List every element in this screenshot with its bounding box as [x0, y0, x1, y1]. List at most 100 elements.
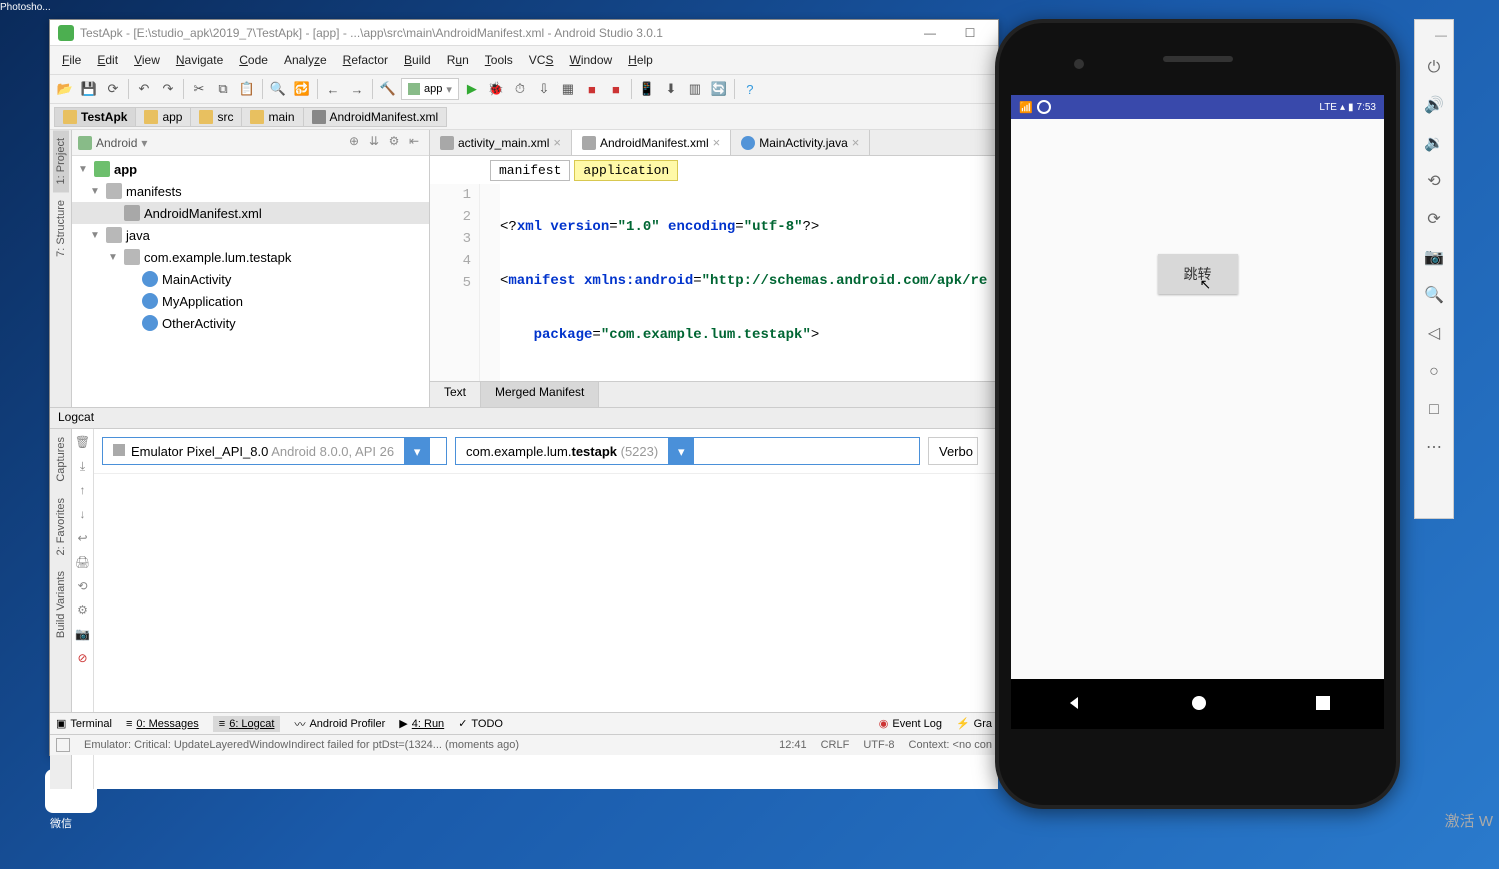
stop-icon[interactable]: ⊘	[75, 651, 91, 667]
stop2-button[interactable]: ■	[605, 78, 627, 100]
trash-icon[interactable]: 🗑	[75, 435, 91, 451]
open-icon[interactable]: 📂	[54, 78, 76, 100]
back-icon[interactable]: ←	[322, 78, 344, 100]
down-icon[interactable]: ↓	[75, 507, 91, 523]
tree-manifest-file[interactable]: AndroidManifest.xml	[72, 202, 429, 224]
minimize-icon[interactable]: —	[1435, 28, 1447, 42]
tab-manifest[interactable]: AndroidManifest.xml×	[572, 130, 731, 155]
breadcrumb-src[interactable]: src	[190, 107, 242, 127]
breadcrumb-app[interactable]: app	[135, 107, 191, 127]
layout-inspector-icon[interactable]: ▥	[684, 78, 706, 100]
restart-icon[interactable]: ⟲	[75, 579, 91, 595]
run-config-dropdown[interactable]: app ▾	[401, 78, 459, 100]
nav-recent-icon[interactable]	[1314, 694, 1332, 715]
process-dropdown[interactable]: com.example.lum.testapk (5223) ▾	[455, 437, 920, 465]
tool-todo[interactable]: ✓ TODO	[458, 717, 503, 730]
forward-icon[interactable]: →	[346, 78, 368, 100]
find-icon[interactable]: 🔍	[267, 78, 289, 100]
print-icon[interactable]: 🖨	[75, 555, 91, 571]
back-icon[interactable]: ◁	[1422, 322, 1446, 346]
home-icon[interactable]: ○	[1422, 360, 1446, 384]
run-button[interactable]: ▶	[461, 78, 483, 100]
settings-icon[interactable]: ⚙	[385, 134, 403, 152]
close-icon[interactable]: ×	[852, 135, 860, 150]
line-separator[interactable]: CRLF	[821, 739, 850, 751]
more-icon[interactable]: ⋯	[1422, 436, 1446, 460]
close-icon[interactable]: ×	[713, 135, 721, 150]
menu-view[interactable]: View	[128, 51, 166, 69]
chip-application[interactable]: application	[574, 160, 678, 181]
sdk-manager-icon[interactable]: ⬇	[660, 78, 682, 100]
camera-icon[interactable]: 📷	[75, 627, 91, 643]
nav-back-icon[interactable]	[1064, 693, 1084, 716]
menu-navigate[interactable]: Navigate	[170, 51, 229, 69]
nav-home-icon[interactable]	[1189, 693, 1209, 716]
tree-otheractivity[interactable]: OtherActivity	[72, 312, 429, 334]
device-dropdown[interactable]: Emulator Pixel_API_8.0 Android 8.0.0, AP…	[102, 437, 447, 465]
hide-icon[interactable]: ⇤	[405, 134, 423, 152]
side-tab-favorites[interactable]: 2: Favorites	[53, 490, 69, 563]
project-mode-dropdown[interactable]: Android	[96, 136, 137, 150]
dropdown-arrow-icon[interactable]: ▾	[668, 438, 694, 464]
avd-manager-icon[interactable]: 📱	[636, 78, 658, 100]
app-content[interactable]: 跳转↖	[1011, 119, 1384, 679]
tree-mainactivity[interactable]: MainActivity	[72, 268, 429, 290]
tab-mainactivity[interactable]: MainActivity.java×	[731, 130, 870, 155]
screenshot-icon[interactable]: 📷	[1422, 246, 1446, 270]
tool-logcat[interactable]: ≡ 6: Logcat	[213, 716, 281, 732]
attach-icon[interactable]: ⇩	[533, 78, 555, 100]
menu-help[interactable]: Help	[622, 51, 659, 69]
save-icon[interactable]: 💾	[78, 78, 100, 100]
side-tab-build-variants[interactable]: Build Variants	[53, 563, 69, 646]
file-encoding[interactable]: UTF-8	[863, 739, 894, 751]
close-icon[interactable]: ×	[553, 135, 561, 150]
scroll-end-icon[interactable]: ⤓	[75, 459, 91, 475]
log-level-dropdown[interactable]: Verbo	[928, 437, 978, 465]
cut-icon[interactable]: ✂	[188, 78, 210, 100]
minimize-button[interactable]: —	[910, 20, 950, 46]
zoom-icon[interactable]: 🔍	[1422, 284, 1446, 308]
overview-icon[interactable]: □	[1422, 398, 1446, 422]
desktop-icon-photoshop[interactable]: Photosho...	[0, 2, 48, 13]
collapse-all-icon[interactable]: ⇊	[365, 134, 383, 152]
jump-button[interactable]: 跳转↖	[1158, 254, 1238, 294]
help-icon[interactable]: ?	[739, 78, 761, 100]
power-icon[interactable]: ⏻	[1422, 56, 1446, 80]
volume-down-icon[interactable]: 🔉	[1422, 132, 1446, 156]
coverage-icon[interactable]: ▦	[557, 78, 579, 100]
paste-icon[interactable]: 📋	[236, 78, 258, 100]
menu-vcs[interactable]: VCS	[523, 51, 560, 69]
menu-analyze[interactable]: Analyze	[278, 51, 333, 69]
menu-build[interactable]: Build	[398, 51, 437, 69]
profile-icon[interactable]: ⏱	[509, 78, 531, 100]
tool-run[interactable]: ▶ 4: Run	[399, 717, 444, 730]
dropdown-arrow-icon[interactable]: ▾	[404, 438, 430, 464]
copy-icon[interactable]: ⧉	[212, 78, 234, 100]
tool-eventlog[interactable]: ◉ Event Log	[879, 717, 942, 730]
stop-button[interactable]: ■	[581, 78, 603, 100]
menu-refactor[interactable]: Refactor	[337, 51, 394, 69]
toggle-toolwindows-icon[interactable]	[56, 738, 70, 752]
volume-up-icon[interactable]: 🔊	[1422, 94, 1446, 118]
replace-icon[interactable]: 🔂	[291, 78, 313, 100]
chip-manifest[interactable]: manifest	[490, 160, 570, 181]
tool-gradle[interactable]: ⚡ Gra	[956, 717, 992, 730]
undo-icon[interactable]: ↶	[133, 78, 155, 100]
tree-app[interactable]: ▼app	[72, 158, 429, 180]
breadcrumb-file[interactable]: AndroidManifest.xml	[303, 107, 448, 127]
sync-icon[interactable]: 🔄	[708, 78, 730, 100]
maximize-button[interactable]: ☐	[950, 20, 990, 46]
tree-package[interactable]: ▼com.example.lum.testapk	[72, 246, 429, 268]
tool-messages[interactable]: ≡ 0: Messages	[126, 718, 199, 730]
breadcrumb-root[interactable]: TestApk	[54, 107, 136, 127]
tab-activity-main[interactable]: activity_main.xml×	[430, 130, 572, 155]
wrap-icon[interactable]: ↩	[75, 531, 91, 547]
debug-button[interactable]: 🐞	[485, 78, 507, 100]
side-tab-structure[interactable]: 7: Structure	[53, 192, 69, 265]
menu-run[interactable]: Run	[441, 51, 475, 69]
refresh-icon[interactable]: ⟳	[102, 78, 124, 100]
menu-edit[interactable]: Edit	[91, 51, 124, 69]
rotate-right-icon[interactable]: ⟳	[1422, 208, 1446, 232]
side-tab-captures[interactable]: Captures	[53, 429, 69, 490]
menu-code[interactable]: Code	[233, 51, 274, 69]
